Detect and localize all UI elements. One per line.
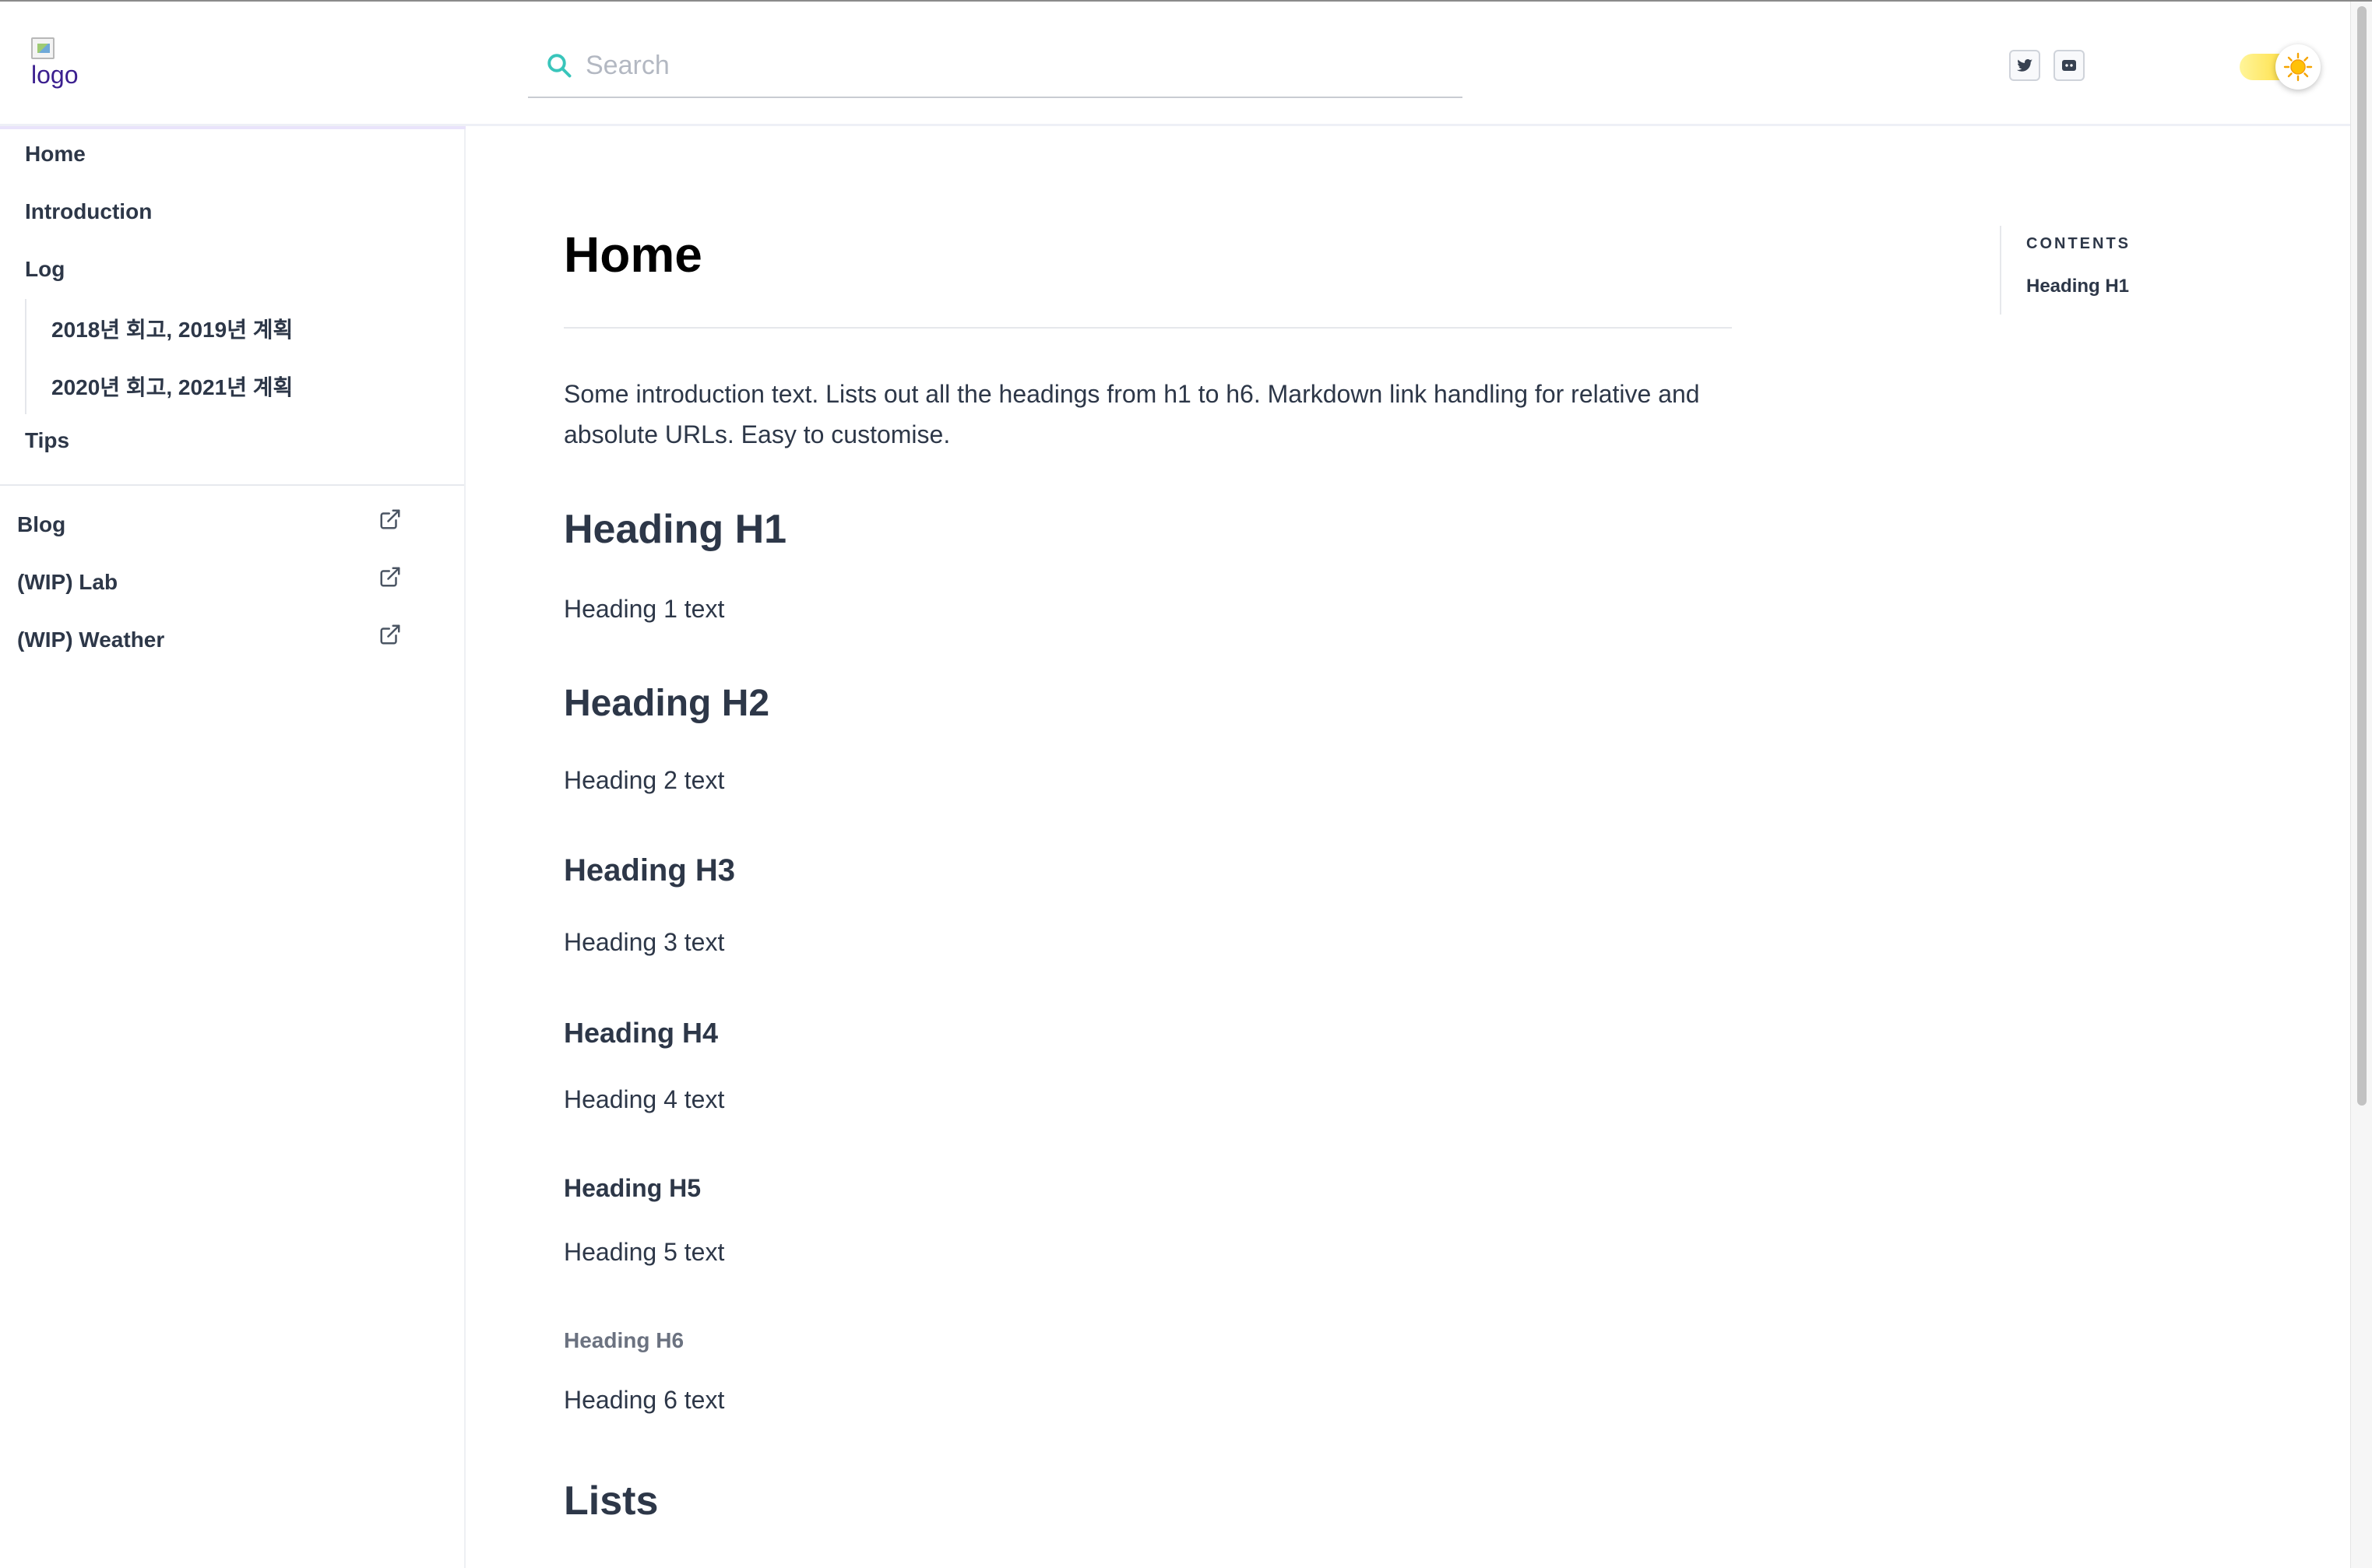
- heading-h5: Heading H5: [564, 1174, 702, 1202]
- sidebar-item-log-2020[interactable]: 2020년 회고, 2021년 계획: [51, 371, 293, 402]
- search-bar: [528, 37, 1462, 98]
- sidebar: Home Introduction Log 2018년 회고, 2019년 계획…: [0, 126, 466, 1568]
- page-title: Home: [564, 227, 702, 283]
- heading-lists: Lists: [564, 1478, 659, 1524]
- sidebar-link-weather[interactable]: (WIP) Weather: [17, 624, 406, 662]
- discord-link[interactable]: [2054, 50, 2085, 81]
- heading-h2: Heading H2: [564, 683, 770, 724]
- heading-4-text: Heading 4 text: [564, 1085, 725, 1113]
- toc-title: CONTENTS: [2026, 235, 2131, 252]
- external-link-icon: [380, 624, 400, 645]
- intro-paragraph: Some introduction text. Lists out all th…: [564, 380, 1700, 448]
- sidebar-item-log[interactable]: Log: [25, 257, 65, 282]
- twitter-link[interactable]: [2009, 50, 2040, 81]
- sidebar-link-label: Blog: [17, 512, 66, 536]
- twitter-icon: [2017, 59, 2032, 72]
- heading-h1: Heading H1: [564, 507, 787, 552]
- heading-5-text: Heading 5 text: [564, 1238, 725, 1266]
- heading-h4: Heading H4: [564, 1017, 719, 1049]
- discord-icon: [2062, 60, 2076, 71]
- heading-h6: Heading H6: [564, 1328, 685, 1352]
- broken-image-icon: [31, 37, 55, 59]
- heading-2-text: Heading 2 text: [564, 766, 725, 794]
- top-header: logo: [0, 2, 2350, 126]
- sidebar-link-lab[interactable]: (WIP) Lab: [17, 567, 406, 604]
- sun-icon: [2283, 52, 2313, 82]
- scrollbar-thumb[interactable]: [2357, 6, 2367, 1106]
- search-icon: [547, 54, 572, 78]
- toggle-knob: [2275, 44, 2321, 90]
- sidebar-item-introduction[interactable]: Introduction: [25, 199, 152, 224]
- title-divider: [564, 327, 1732, 329]
- heading-3-text: Heading 3 text: [564, 928, 725, 956]
- logo-alt-text: logo: [31, 61, 79, 89]
- theme-toggle[interactable]: [2240, 44, 2321, 90]
- external-link-icon: [380, 509, 400, 529]
- search-input[interactable]: [586, 45, 1442, 86]
- heading-1-text: Heading 1 text: [564, 595, 725, 623]
- external-link-icon: [380, 567, 400, 587]
- vertical-scrollbar[interactable]: [2350, 2, 2372, 1568]
- sidebar-link-blog[interactable]: Blog: [17, 509, 406, 547]
- table-of-contents: CONTENTS Heading H1: [2000, 226, 2233, 315]
- sidebar-link-label: (WIP) Weather: [17, 628, 165, 652]
- sidebar-link-label: (WIP) Lab: [17, 570, 118, 594]
- submenu-indent-line: [25, 299, 26, 414]
- sidebar-item-log-2018[interactable]: 2018년 회고, 2019년 계획: [51, 313, 293, 344]
- sidebar-divider: [0, 484, 464, 486]
- sidebar-item-tips[interactable]: Tips: [25, 428, 69, 453]
- logo[interactable]: logo: [31, 37, 93, 92]
- toc-item-heading-h1[interactable]: Heading H1: [2026, 276, 2129, 297]
- heading-6-text: Heading 6 text: [564, 1386, 725, 1414]
- sidebar-item-home[interactable]: Home: [25, 142, 86, 167]
- heading-h3: Heading H3: [564, 853, 736, 888]
- main-content: Home Some introduction text. Lists out a…: [564, 126, 1732, 1568]
- sidebar-accent-line: [0, 126, 466, 129]
